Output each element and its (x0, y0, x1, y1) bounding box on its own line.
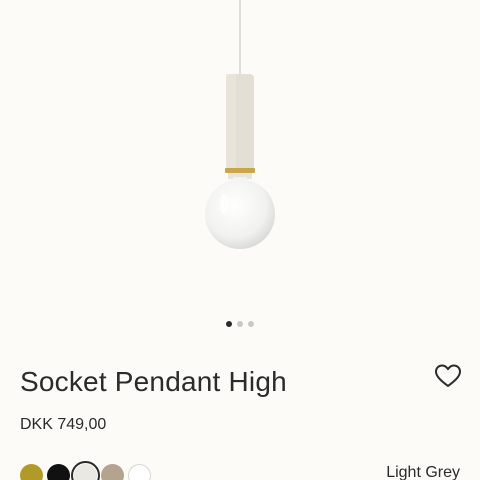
gallery-dot-active[interactable] (226, 321, 232, 327)
swatch-beige[interactable] (101, 464, 124, 480)
swatch-white[interactable] (128, 464, 151, 480)
swatch-black[interactable] (47, 464, 70, 480)
heart-icon (435, 364, 461, 387)
product-price: DKK 749,00 (20, 416, 107, 433)
gallery-dot[interactable] (237, 321, 243, 327)
gallery-dot[interactable] (248, 321, 254, 327)
swatch-olive[interactable] (20, 464, 43, 480)
swatch-light-grey[interactable] (71, 461, 100, 480)
pendant-lamp-image (205, 0, 275, 249)
selected-color-name: Light Grey (386, 464, 460, 480)
product-title: Socket Pendant High (20, 366, 287, 397)
color-swatches (20, 461, 151, 480)
gallery-pagination (0, 321, 480, 327)
favorite-button[interactable] (434, 363, 462, 389)
product-image-gallery[interactable] (0, 0, 480, 340)
